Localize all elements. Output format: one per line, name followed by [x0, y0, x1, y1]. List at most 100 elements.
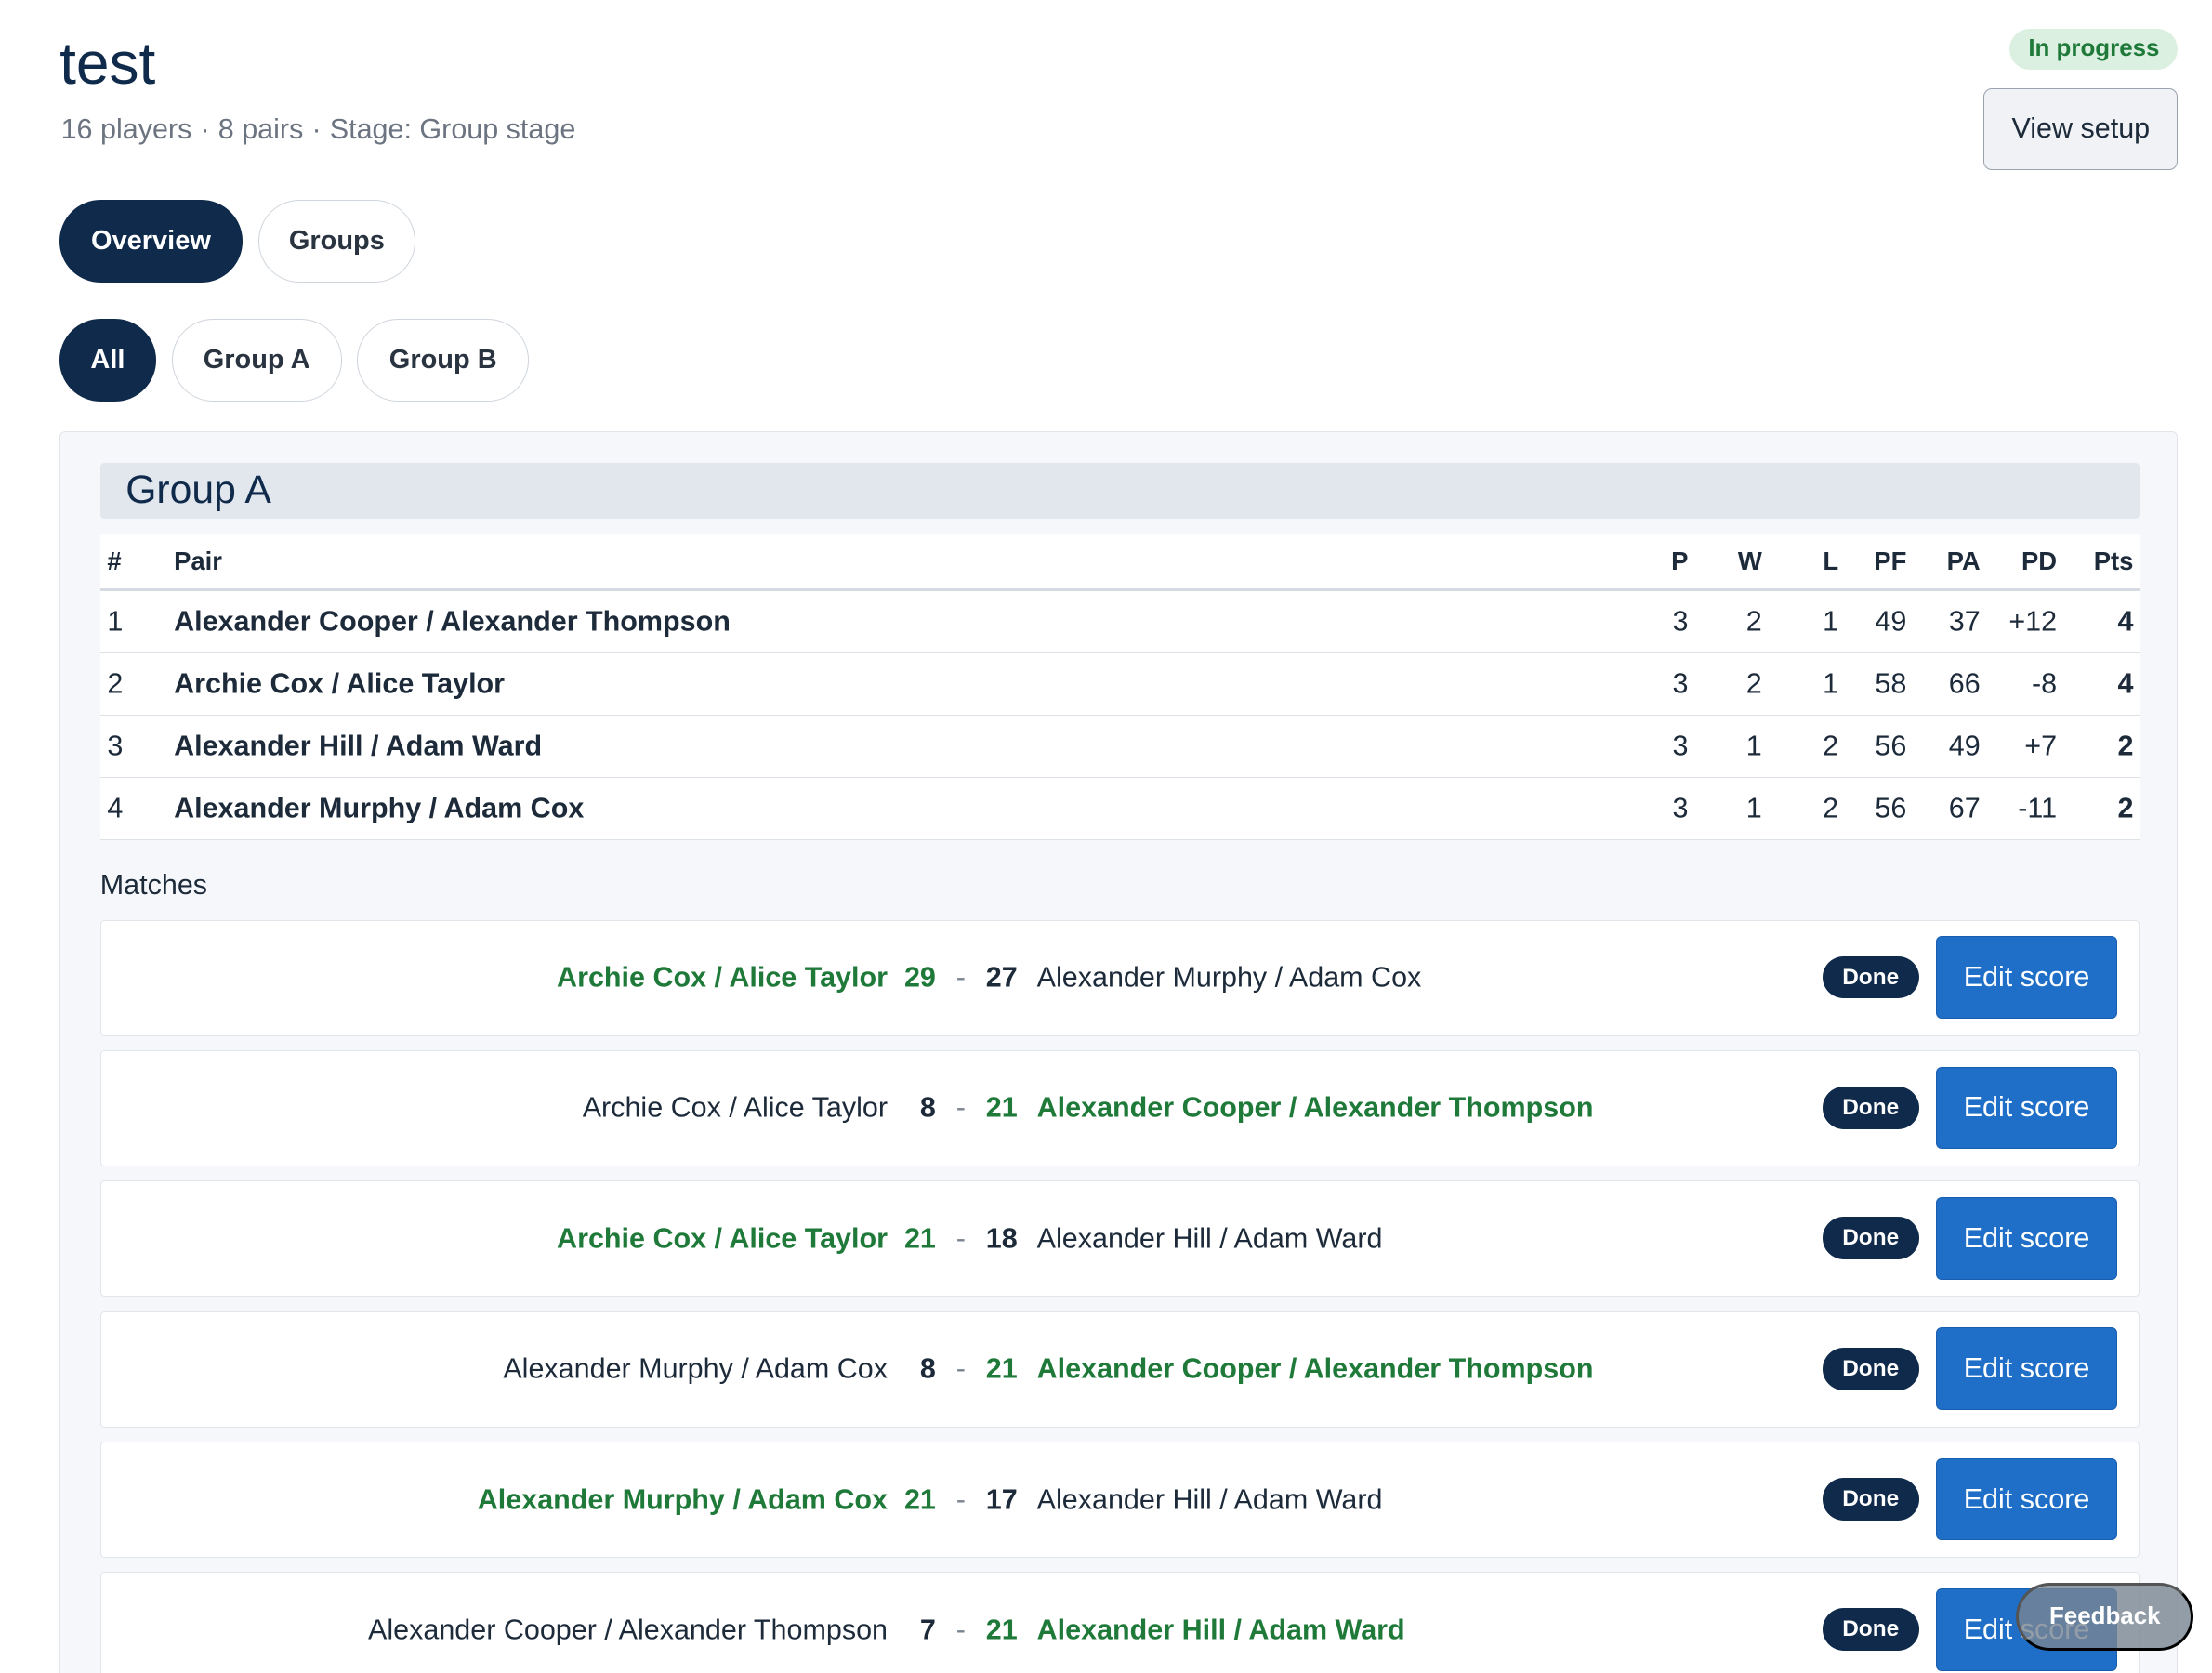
score-separator: - — [955, 1091, 966, 1124]
edit-score-button[interactable]: Edit score — [1935, 1457, 2118, 1541]
score-separator: - — [955, 1483, 966, 1516]
match-card: Alexander Cooper / Alexander Thompson 7 … — [99, 1572, 2140, 1673]
page-title: test — [59, 29, 156, 97]
point-diff-cell: -11 — [2018, 792, 2058, 824]
col-points: Pts — [2093, 546, 2134, 575]
lost-cell: 1 — [1823, 667, 1839, 700]
pair-cell: Archie Cox / Alice Taylor — [174, 667, 506, 700]
edit-score-button[interactable]: Edit score — [1935, 936, 2118, 1019]
match-card: Archie Cox / Alice Taylor 8 - 21 Alexand… — [99, 1049, 2140, 1167]
match-score-1: 8 — [919, 1091, 936, 1124]
separator: · — [311, 113, 322, 146]
match-pair-2: Alexander Cooper / Alexander Thompson — [1036, 1091, 1594, 1124]
player-count: 16 players — [60, 113, 192, 146]
edit-score-button[interactable]: Edit score — [1935, 1197, 2118, 1280]
group-panel: Group A # Pair P W L PF PA PD Pts 1 Alex… — [59, 430, 2179, 1673]
match-score-1: 7 — [919, 1614, 936, 1646]
points-cell: 2 — [2117, 730, 2134, 762]
match-status-badge: Done — [1822, 1087, 1919, 1129]
matches-heading: Matches — [99, 868, 208, 901]
lost-cell: 1 — [1823, 605, 1839, 638]
match-card: Archie Cox / Alice Taylor 29 - 27 Alexan… — [99, 919, 2140, 1036]
col-played: P — [1671, 546, 1689, 575]
match-pair-1: Alexander Murphy / Adam Cox — [503, 1352, 888, 1385]
match-status-badge: Done — [1822, 1347, 1919, 1390]
match-card: Alexander Murphy / Adam Cox 21 - 17 Alex… — [99, 1442, 2140, 1559]
status-badge: In progress — [2009, 28, 2179, 70]
filter-group-a[interactable]: Group A — [171, 319, 342, 402]
match-card: Alexander Murphy / Adam Cox 8 - 21 Alexa… — [99, 1311, 2140, 1428]
points-for-cell: 49 — [1875, 605, 1907, 638]
match-pair-2: Alexander Hill / Adam Ward — [1036, 1222, 1383, 1255]
match-status-badge: Done — [1822, 955, 1919, 999]
match-pair-1: Alexander Murphy / Adam Cox — [477, 1483, 888, 1516]
col-won: W — [1737, 546, 1762, 575]
match-pair-1: Archie Cox / Alice Taylor — [557, 1222, 888, 1255]
rank-cell: 3 — [107, 730, 124, 762]
separator: · — [200, 113, 210, 146]
score-separator: - — [955, 961, 966, 994]
points-cell: 4 — [2117, 605, 2134, 638]
tab-overview[interactable]: Overview — [59, 200, 243, 283]
match-score-2: 17 — [985, 1483, 1018, 1516]
col-pair: Pair — [174, 546, 222, 575]
stage-label: Stage: Group stage — [329, 113, 576, 146]
points-against-cell: 67 — [1948, 792, 1981, 824]
points-cell: 4 — [2117, 667, 2134, 700]
match-pair-1: Archie Cox / Alice Taylor — [582, 1091, 888, 1124]
played-cell: 3 — [1672, 667, 1689, 700]
points-for-cell: 58 — [1875, 667, 1907, 700]
view-setup-button[interactable]: View setup — [1983, 87, 2179, 171]
played-cell: 3 — [1672, 730, 1689, 762]
col-points-for: PF — [1874, 546, 1907, 575]
points-against-cell: 37 — [1948, 605, 1981, 638]
points-for-cell: 56 — [1875, 730, 1907, 762]
table-row: 3 Alexander Hill / Adam Ward 3 1 2 56 49… — [99, 716, 2140, 778]
group-heading: Group A — [99, 463, 2140, 519]
lost-cell: 2 — [1823, 792, 1839, 824]
point-diff-cell: +12 — [2008, 605, 2058, 638]
col-rank: # — [107, 546, 122, 575]
col-points-against: PA — [1946, 546, 1981, 575]
won-cell: 1 — [1745, 792, 1762, 824]
match-score-1: 21 — [903, 1483, 936, 1516]
rank-cell: 2 — [107, 667, 124, 700]
feedback-button[interactable]: Feedback — [2016, 1582, 2194, 1651]
edit-score-button[interactable]: Edit score — [1935, 1327, 2118, 1410]
lost-cell: 2 — [1823, 730, 1839, 762]
edit-score-button[interactable]: Edit score — [1935, 1066, 2118, 1150]
played-cell: 3 — [1672, 605, 1689, 638]
col-point-diff: PD — [2021, 546, 2058, 575]
points-against-cell: 49 — [1948, 730, 1981, 762]
match-status-badge: Done — [1822, 1608, 1919, 1652]
table-row: 2 Archie Cox / Alice Taylor 3 2 1 58 66 … — [99, 653, 2140, 716]
score-separator: - — [955, 1352, 966, 1385]
match-score-1: 21 — [903, 1222, 936, 1255]
points-for-cell: 56 — [1875, 792, 1907, 824]
filter-all[interactable]: All — [59, 319, 156, 402]
match-score-2: 21 — [985, 1614, 1018, 1646]
match-pair-2: Alexander Hill / Adam Ward — [1036, 1614, 1405, 1646]
match-score-2: 27 — [985, 961, 1018, 994]
point-diff-cell: +7 — [2024, 730, 2058, 762]
pair-count: 8 pairs — [217, 113, 304, 146]
points-cell: 2 — [2117, 792, 2134, 824]
points-against-cell: 66 — [1948, 667, 1981, 700]
match-pair-1: Alexander Cooper / Alexander Thompson — [368, 1614, 888, 1646]
pair-cell: Alexander Cooper / Alexander Thompson — [174, 605, 731, 638]
match-pair-1: Archie Cox / Alice Taylor — [557, 961, 888, 994]
match-score-2: 21 — [985, 1091, 1018, 1124]
won-cell: 2 — [1745, 667, 1762, 700]
tab-groups[interactable]: Groups — [257, 200, 415, 283]
played-cell: 3 — [1672, 792, 1689, 824]
filter-group-b[interactable]: Group B — [357, 319, 530, 402]
match-status-badge: Done — [1822, 1217, 1919, 1260]
rank-cell: 1 — [107, 605, 124, 638]
point-diff-cell: -8 — [2031, 667, 2058, 700]
score-separator: - — [955, 1614, 966, 1646]
won-cell: 2 — [1745, 605, 1762, 638]
won-cell: 1 — [1745, 730, 1762, 762]
match-score-2: 18 — [985, 1222, 1018, 1255]
pair-cell: Alexander Hill / Adam Ward — [174, 730, 543, 762]
table-row: 4 Alexander Murphy / Adam Cox 3 1 2 56 6… — [99, 778, 2140, 841]
